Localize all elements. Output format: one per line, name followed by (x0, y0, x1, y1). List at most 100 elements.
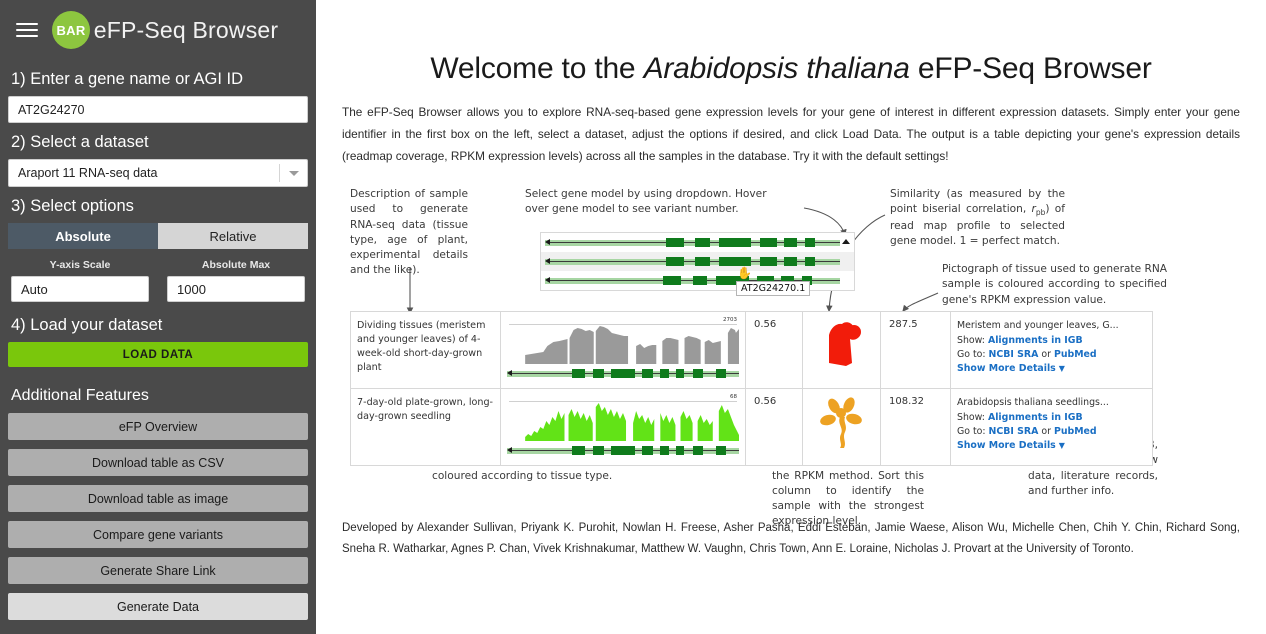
cell-coverage[interactable]: 2703 (500, 311, 746, 390)
page-title: Welcome to the Arabidopsis thaliana eFP-… (342, 52, 1240, 86)
gene-input[interactable] (8, 96, 308, 123)
cell-links: Arabidopsis thaliana seedlings... Show: … (950, 388, 1153, 467)
table-row[interactable]: 7-day-old plate-grown, long-day-grown se… (350, 388, 1153, 467)
sample-title: Arabidopsis thaliana seedlings... (957, 397, 1109, 409)
exon (692, 446, 704, 456)
link-pubmed[interactable]: PubMed (1054, 426, 1097, 437)
sidebar-item-efp-overview[interactable]: eFP Overview (8, 413, 308, 440)
yaxis-label: Y-axis Scale (49, 259, 111, 271)
intro-paragraph: The eFP-Seq Browser allows you to explor… (342, 105, 1240, 163)
annotation-pictograph: Pictograph of tissue used to generate RN… (942, 263, 1167, 306)
link-alignments-igb[interactable]: Alignments in IGB (988, 412, 1083, 423)
select-divider (279, 164, 280, 182)
exon (592, 369, 605, 379)
main-content: Welcome to the Arabidopsis thaliana eFP-… (316, 0, 1266, 634)
sidebar-item-compare-variants[interactable]: Compare gene variants (8, 521, 308, 548)
step2-label: 2) Select a dataset (11, 133, 149, 151)
cell-rpb[interactable]: 0.56 (745, 311, 803, 390)
gene-model-variant-row[interactable] (541, 233, 854, 252)
scale-fields: Y-axis Scale Absolute Max (8, 259, 308, 302)
dataset-select-value: Araport 11 RNA-seq data (18, 166, 158, 180)
exon (804, 256, 815, 266)
yaxis-field-group: Y-axis Scale (11, 259, 149, 302)
additional-features-title: Additional Features (11, 387, 149, 404)
step4-label: 4) Load your dataset (11, 316, 163, 334)
tab-absolute[interactable]: Absolute (8, 223, 158, 249)
exon (665, 256, 684, 266)
exon (719, 237, 752, 247)
exon (719, 256, 752, 266)
cell-rpb[interactable]: 0.56 (745, 388, 803, 467)
exon (660, 369, 670, 379)
show-label: Show: (957, 411, 985, 423)
cell-coverage[interactable]: 68 (500, 388, 746, 467)
exon (760, 256, 777, 266)
annotation-description: Description of sample used to generate R… (350, 188, 468, 276)
annotation-gene-model: Select gene model by using dropdown. Hov… (525, 188, 767, 216)
sidebar-header: BAR eFP-Seq Browser (8, 0, 308, 60)
gene-variant-tooltip: AT2G24270.1 (736, 281, 811, 297)
exon (760, 237, 777, 247)
exon (695, 237, 711, 247)
cell-links: Meristem and younger leaves, G... Show: … (950, 311, 1153, 390)
sidebar-item-generate-data[interactable]: Generate Data (8, 593, 308, 620)
exon (641, 369, 654, 379)
chevron-up-icon[interactable] (842, 239, 850, 245)
bar-logo[interactable]: BAR (52, 11, 90, 49)
app-title: eFP-Seq Browser (93, 16, 279, 43)
exon (676, 369, 685, 379)
strand-arrow-icon (545, 257, 550, 264)
exon (715, 369, 727, 379)
cell-rpkm[interactable]: 287.5 (880, 311, 951, 390)
sidebar: BAR eFP-Seq Browser 1) Enter a gene name… (0, 0, 316, 634)
yaxis-input[interactable] (11, 276, 149, 302)
show-more-details-button[interactable]: Show More Details (957, 440, 1056, 451)
exon (783, 256, 798, 266)
link-alignments-igb[interactable]: Alignments in IGB (988, 335, 1083, 346)
coverage-max-label: 2703 (723, 317, 737, 324)
credits-paragraph: Developed by Alexander Sullivan, Priyank… (342, 522, 1240, 556)
tab-relative[interactable]: Relative (158, 223, 308, 249)
link-ncbi-sra[interactable]: NCBI SRA (989, 349, 1039, 360)
exon (660, 446, 670, 456)
exon (692, 369, 704, 379)
seedling-orange-icon (819, 397, 862, 449)
sample-title: Meristem and younger leaves, G... (957, 320, 1119, 332)
absmax-label: Absolute Max (201, 259, 271, 271)
link-pubmed[interactable]: PubMed (1054, 349, 1097, 360)
app-root: BAR eFP-Seq Browser 1) Enter a gene name… (0, 0, 1266, 634)
mini-gene-model (507, 446, 739, 456)
goto-label: Go to: (957, 348, 986, 360)
hamburger-menu-icon[interactable] (16, 19, 38, 41)
sidebar-item-download-image[interactable]: Download table as image (8, 485, 308, 512)
hand-cursor-icon: ✋ (737, 266, 752, 281)
chevron-down-icon[interactable]: ▼ (1059, 364, 1065, 373)
scale-toggle-group: Absolute Relative (8, 223, 308, 249)
strand-arrow-icon (507, 370, 512, 377)
table-row[interactable]: Dividing tissues (meristem and younger l… (350, 311, 1153, 390)
absmax-input[interactable] (167, 276, 305, 302)
dataset-select[interactable]: Araport 11 RNA-seq data (8, 159, 308, 187)
chevron-down-icon[interactable]: ▼ (1059, 441, 1065, 450)
cell-pictograph (802, 311, 881, 390)
absmax-field-group: Absolute Max (167, 259, 305, 302)
sidebar-item-download-csv[interactable]: Download table as CSV (8, 449, 308, 476)
cell-rpkm[interactable]: 108.32 (880, 388, 951, 467)
load-data-button[interactable]: LOAD DATA (8, 342, 308, 367)
sidebar-item-share-link[interactable]: Generate Share Link (8, 557, 308, 584)
coverage-profile-grey (525, 326, 739, 365)
exon (571, 369, 585, 379)
strand-arrow-icon (545, 276, 550, 283)
mini-gene-model (507, 369, 739, 379)
chevron-down-icon (289, 171, 299, 176)
link-ncbi-sra[interactable]: NCBI SRA (989, 426, 1039, 437)
gene-track (545, 237, 840, 248)
exon (665, 237, 684, 247)
gene-model-variant-row[interactable] (541, 252, 854, 272)
exon (715, 446, 727, 456)
gene-track (545, 256, 840, 267)
goto-or: or (1041, 425, 1051, 437)
cell-pictograph (802, 388, 881, 467)
show-more-details-button[interactable]: Show More Details (957, 363, 1056, 374)
page-title-pre: Welcome to the (430, 52, 644, 85)
